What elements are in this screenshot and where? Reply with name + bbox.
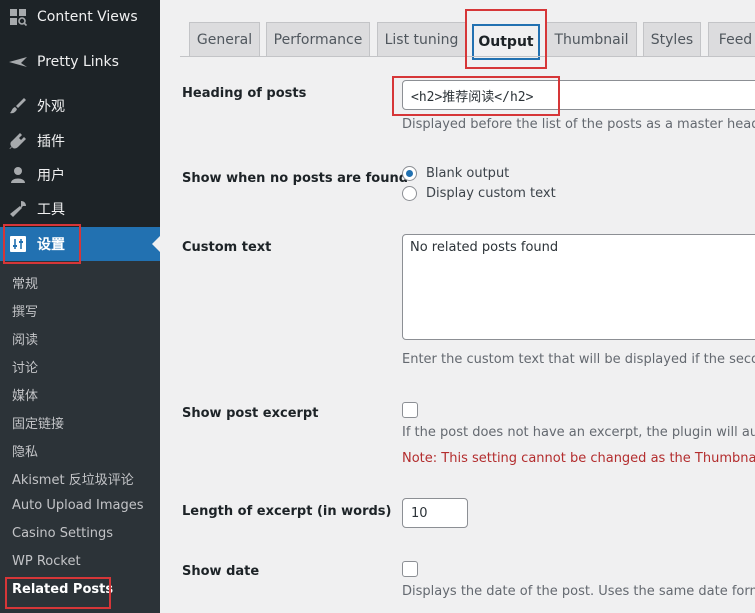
show-excerpt-checkbox[interactable] xyxy=(402,402,418,418)
show-excerpt-description: If the post does not have an excerpt, th… xyxy=(402,425,755,440)
menu-item-label: 工具 xyxy=(37,202,65,218)
annotation-related-posts-highlight xyxy=(5,577,111,609)
submenu-item-akismet[interactable]: Akismet 反垃圾评论 xyxy=(12,469,134,488)
custom-text-textarea[interactable]: No related posts found xyxy=(402,234,755,340)
current-menu-arrow xyxy=(152,236,160,252)
grid-icon xyxy=(8,7,28,27)
menu-item-appearance[interactable]: 外观 xyxy=(0,89,160,123)
menu-item-label: Content Views xyxy=(37,9,138,25)
wrench-icon xyxy=(8,199,28,219)
menu-item-content-views[interactable]: Content Views xyxy=(0,0,160,34)
menu-item-plugins[interactable]: 插件 xyxy=(0,124,160,158)
excerpt-length-input[interactable]: 10 xyxy=(402,498,468,528)
blank-output-label[interactable]: Blank output xyxy=(426,166,509,181)
tab-general[interactable]: General xyxy=(189,22,260,56)
show-date-checkbox[interactable] xyxy=(402,561,418,577)
heading-of-posts-label: Heading of posts xyxy=(182,86,307,101)
menu-item-users[interactable]: 用户 xyxy=(0,158,160,192)
star-icon xyxy=(8,52,28,72)
submenu-item-media[interactable]: 媒体 xyxy=(12,385,38,404)
heading-of-posts-description: Displayed before the list of the posts a… xyxy=(402,117,755,132)
custom-text-description: Enter the custom text that will be displ… xyxy=(402,352,755,367)
submenu-item-wp-rocket[interactable]: WP Rocket xyxy=(12,554,81,569)
paintbrush-icon xyxy=(8,96,28,116)
annotation-heading-input-highlight xyxy=(392,76,560,116)
tab-performance[interactable]: Performance xyxy=(266,22,370,56)
show-date-label: Show date xyxy=(182,564,260,579)
show-excerpt-note: Note: This setting cannot be changed as … xyxy=(402,451,755,466)
admin-sidebar: Content Views Pretty Links 外观 插件 用户 工具 设… xyxy=(0,0,160,613)
settings-submenu: 常规 撰写 阅读 讨论 媒体 固定链接 隐私 Akismet 反垃圾评论 Aut… xyxy=(0,261,160,613)
annotation-output-tab-highlight xyxy=(465,9,547,69)
menu-item-label: 插件 xyxy=(37,134,65,150)
annotation-settings-highlight xyxy=(3,224,81,264)
display-custom-text-radio[interactable] xyxy=(402,186,417,201)
menu-item-pretty-links[interactable]: Pretty Links xyxy=(0,45,160,79)
user-icon xyxy=(8,165,28,185)
tab-thumbnail[interactable]: Thumbnail xyxy=(546,22,637,56)
menu-item-tools[interactable]: 工具 xyxy=(0,192,160,226)
show-excerpt-label: Show post excerpt xyxy=(182,406,319,421)
submenu-item-discussion[interactable]: 讨论 xyxy=(12,357,38,376)
tab-list-tuning[interactable]: List tuning xyxy=(377,22,466,56)
menu-item-label: 外观 xyxy=(37,99,65,115)
submenu-item-writing[interactable]: 撰写 xyxy=(12,301,38,320)
plugin-icon xyxy=(8,131,28,151)
blank-output-radio[interactable] xyxy=(402,166,417,181)
display-custom-text-label[interactable]: Display custom text xyxy=(426,186,556,201)
submenu-item-privacy[interactable]: 隐私 xyxy=(12,441,38,460)
submenu-item-permalinks[interactable]: 固定链接 xyxy=(12,413,64,432)
submenu-item-general[interactable]: 常规 xyxy=(12,273,38,292)
submenu-item-auto-upload-images[interactable]: Auto Upload Images xyxy=(12,498,144,513)
menu-item-label: 用户 xyxy=(37,168,65,184)
excerpt-length-label: Length of excerpt (in words) xyxy=(182,504,392,519)
submenu-item-reading[interactable]: 阅读 xyxy=(12,329,38,348)
submenu-item-casino-settings[interactable]: Casino Settings xyxy=(12,526,113,541)
custom-text-label: Custom text xyxy=(182,240,272,255)
no-posts-label: Show when no posts are found xyxy=(182,171,409,186)
tab-feed[interactable]: Feed xyxy=(708,22,755,56)
menu-item-label: Pretty Links xyxy=(37,54,119,70)
tab-styles[interactable]: Styles xyxy=(643,22,701,56)
show-date-description: Displays the date of the post. Uses the … xyxy=(402,584,755,599)
